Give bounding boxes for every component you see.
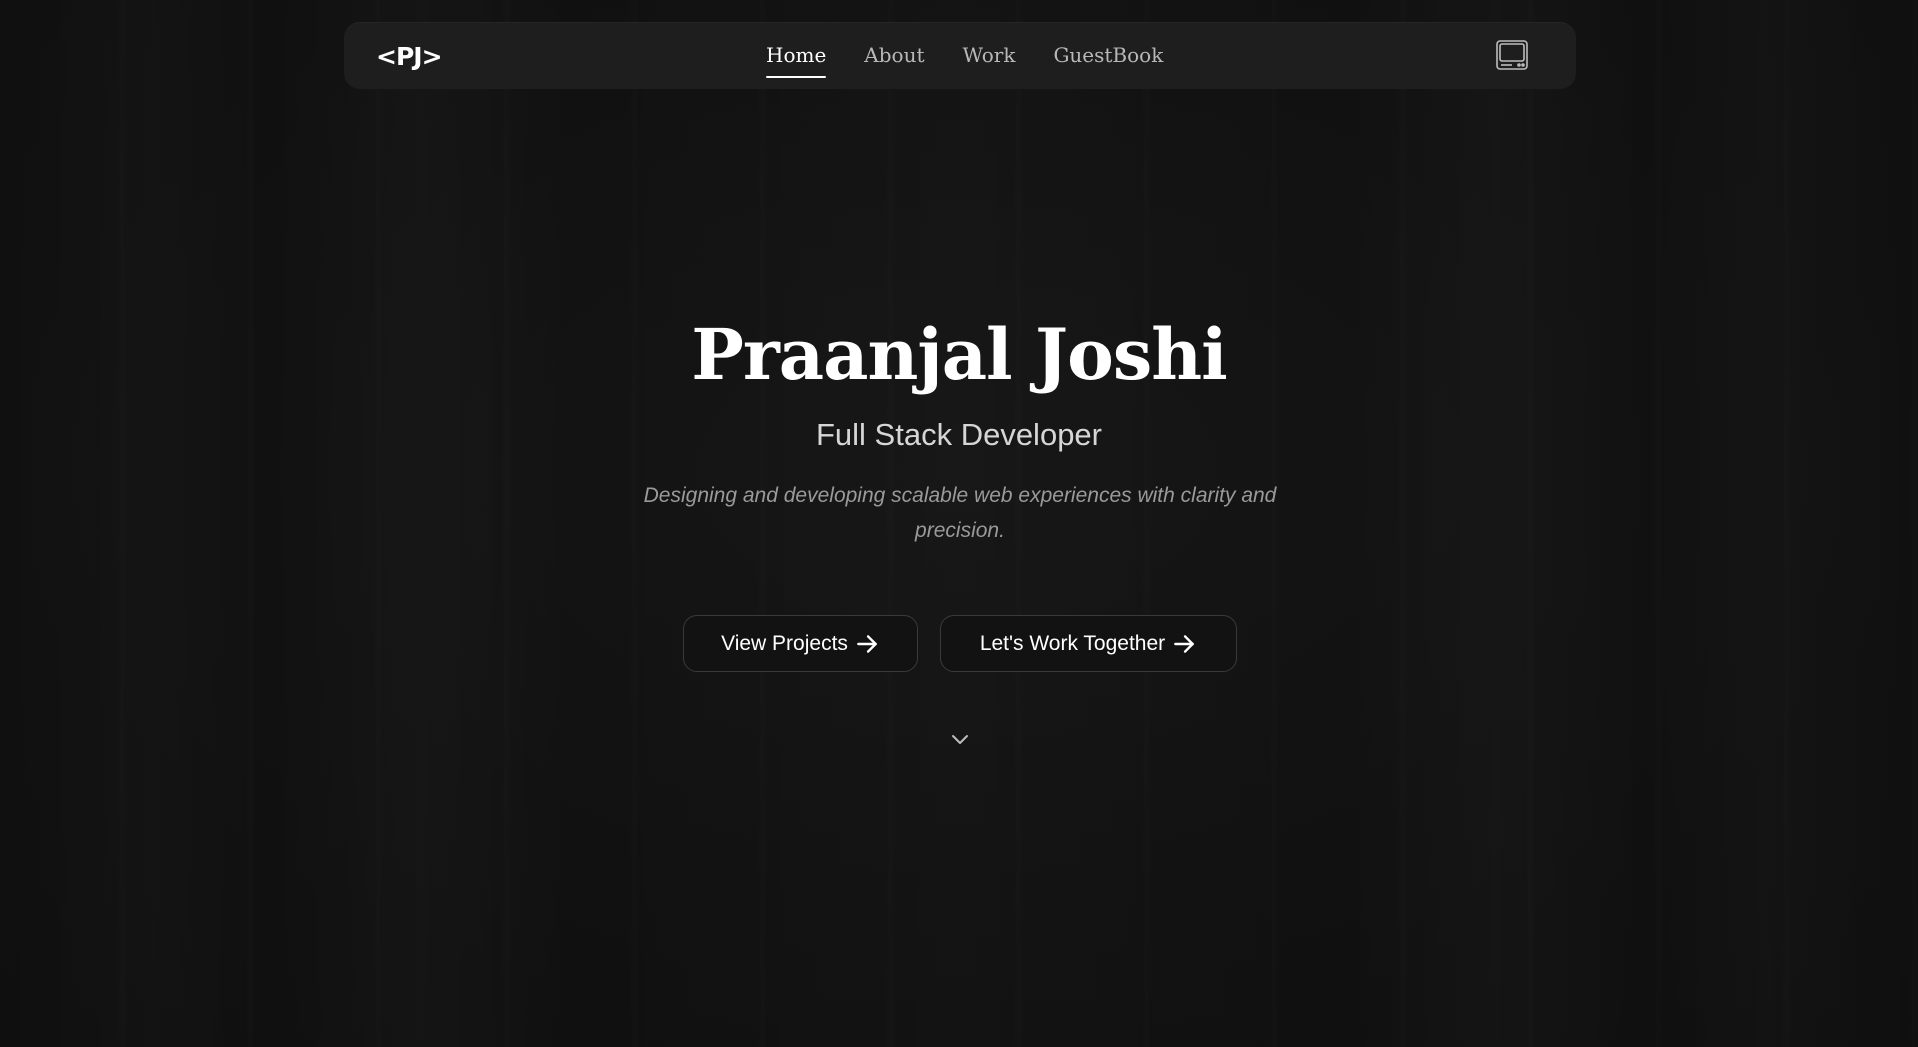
page: <PJ> Home About Work GuestBook Praanjal … [0,0,1918,1047]
arrow-right-icon [1174,634,1195,653]
view-projects-label: View Projects [721,631,848,655]
view-projects-button[interactable]: View Projects [683,615,918,672]
work-together-label: Let's Work Together [979,631,1166,655]
site-logo[interactable]: <PJ> [376,40,443,72]
theme-toggle-button[interactable] [1494,38,1530,74]
top-navbar: <PJ> Home About Work GuestBook [344,22,1576,89]
arrow-right-icon [857,634,877,653]
nav-links: Home About Work GuestBook [766,22,1163,89]
hero-role: Full Stack Developer [815,417,1102,452]
hero-name: Praanjal Joshi [691,313,1227,396]
retro-tv-icon [1496,40,1528,70]
work-together-button[interactable]: Let's Work Together [940,615,1237,672]
hero-tagline: Designing and developing scalable web ex… [643,484,1277,542]
nav-link-home[interactable]: Home [766,43,827,78]
nav-link-work[interactable]: Work [963,43,1016,69]
nav-link-guestbook[interactable]: GuestBook [1053,43,1163,69]
nav-link-about[interactable]: About [864,43,924,69]
scroll-down-indicator[interactable] [948,727,972,751]
chevron-down-icon [952,735,968,744]
